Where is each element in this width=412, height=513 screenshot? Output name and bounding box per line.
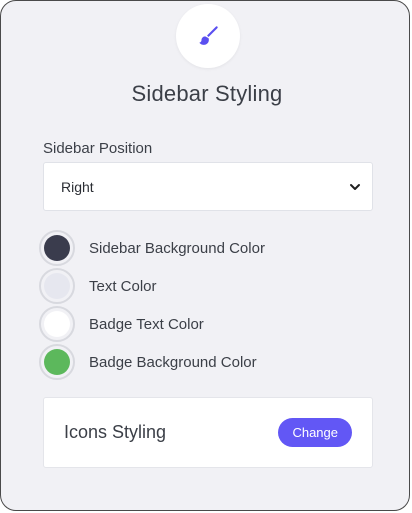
sidebar-position-select[interactable]: Right — [43, 162, 373, 211]
header-icon-badge — [176, 4, 240, 68]
sidebar-background-color-label: Sidebar Background Color — [89, 239, 265, 257]
swatch-fill — [44, 311, 70, 337]
text-color-swatch[interactable] — [39, 268, 75, 304]
paintbrush-icon — [199, 26, 218, 45]
page-title: Sidebar Styling — [131, 81, 283, 106]
chevron-down-icon — [350, 183, 360, 190]
text-color-label: Text Color — [89, 277, 157, 295]
swatch-fill — [44, 235, 70, 261]
sidebar-position-label: Sidebar Position — [43, 140, 153, 157]
color-row-text: Text Color — [39, 268, 157, 304]
icons-styling-title: Icons Styling — [64, 422, 167, 442]
swatch-fill — [44, 273, 70, 299]
color-row-sidebar-background: Sidebar Background Color — [39, 230, 265, 266]
badge-background-color-swatch[interactable] — [39, 344, 75, 380]
sidebar-position-value: Right — [61, 178, 94, 195]
change-icons-button[interactable]: Change — [278, 418, 352, 447]
badge-text-color-label: Badge Text Color — [89, 315, 204, 333]
sidebar-background-color-swatch[interactable] — [39, 230, 75, 266]
badge-background-color-label: Badge Background Color — [89, 353, 257, 371]
icons-styling-card: Icons Styling Change — [43, 397, 373, 468]
swatch-fill — [44, 349, 70, 375]
color-row-badge-text: Badge Text Color — [39, 306, 204, 342]
badge-text-color-swatch[interactable] — [39, 306, 75, 342]
sidebar-styling-panel: Sidebar Styling Sidebar Position Right S… — [0, 0, 410, 511]
color-row-badge-background: Badge Background Color — [39, 344, 257, 380]
